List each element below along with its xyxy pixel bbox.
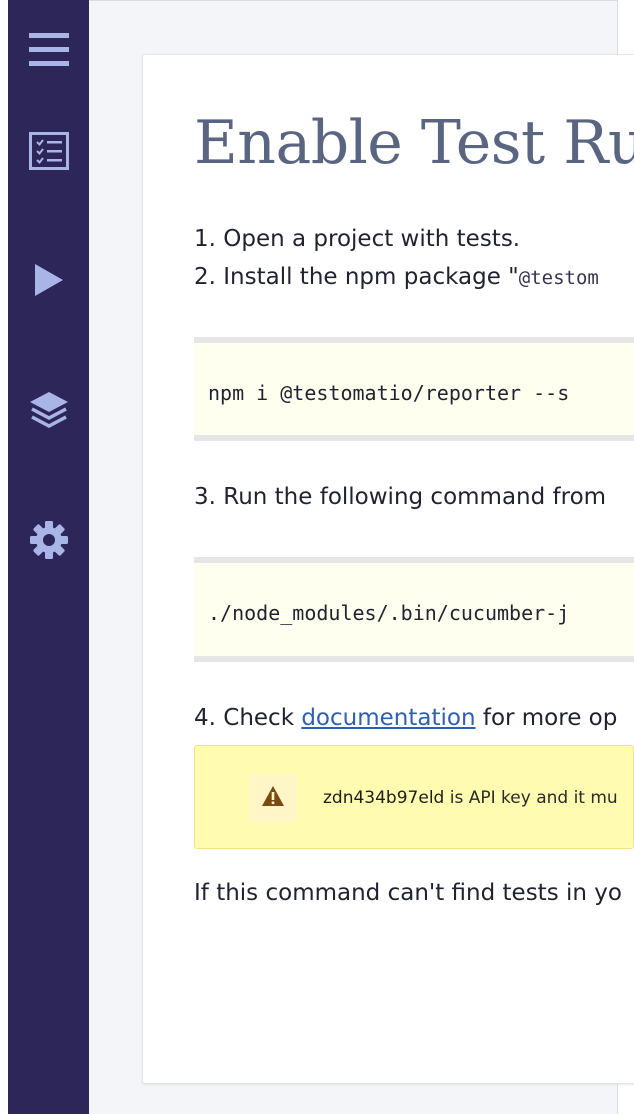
api-key-value[interactable]: zdn434b97eld: [323, 788, 444, 808]
api-key-alert: zdn434b97eld is API key and it mu: [194, 745, 634, 849]
sidebar-item-menu[interactable]: [8, 18, 89, 82]
sidebar-item-settings[interactable]: [8, 508, 89, 572]
page-title: Enable Test Ru: [194, 108, 634, 178]
step-1-text: 1. Open a project with tests.: [194, 226, 521, 252]
alert-icon-box: [249, 774, 297, 822]
sidebar-item-runs[interactable]: [8, 248, 89, 312]
install-code-block[interactable]: npm i @testomatio/reporter --s: [194, 337, 634, 441]
app-frame: Enable Test Ru 1. Open a project with te…: [0, 0, 634, 1114]
step-4-suffix: for more op: [475, 705, 618, 731]
warning-icon: [261, 785, 285, 812]
sidebar: [8, 0, 89, 1114]
step-2-prefix: 2. Install the npm package ": [194, 264, 519, 290]
hamburger-menu-icon: [28, 33, 69, 67]
documentation-link[interactable]: documentation: [301, 705, 475, 731]
install-command: npm i @testomatio/reporter --s: [208, 381, 570, 405]
gear-icon: [29, 520, 69, 560]
play-icon: [33, 263, 65, 297]
step-3-text: 3. Run the following command from: [194, 484, 607, 510]
run-code-block[interactable]: ./node_modules/.bin/cucumber-j: [194, 557, 634, 662]
sidebar-item-tests[interactable]: [8, 119, 89, 183]
layers-icon: [29, 391, 69, 429]
step-4-prefix: 4. Check: [194, 705, 302, 731]
alert-message: zdn434b97eld is API key and it mu: [323, 788, 618, 808]
footer-note: If this command can't find tests in yo: [194, 880, 622, 906]
step-2-package: @testom: [518, 267, 599, 289]
run-command: ./node_modules/.bin/cucumber-j: [208, 601, 570, 625]
checklist-icon: [28, 132, 69, 170]
top-divider: [89, 0, 617, 1]
alert-message-text: is API key and it mu: [444, 788, 618, 808]
sidebar-item-plans[interactable]: [8, 378, 89, 442]
step-2-text: 2. Install the npm package "@testom: [194, 264, 599, 290]
step-4-text: 4. Check documentation for more op: [194, 705, 617, 731]
